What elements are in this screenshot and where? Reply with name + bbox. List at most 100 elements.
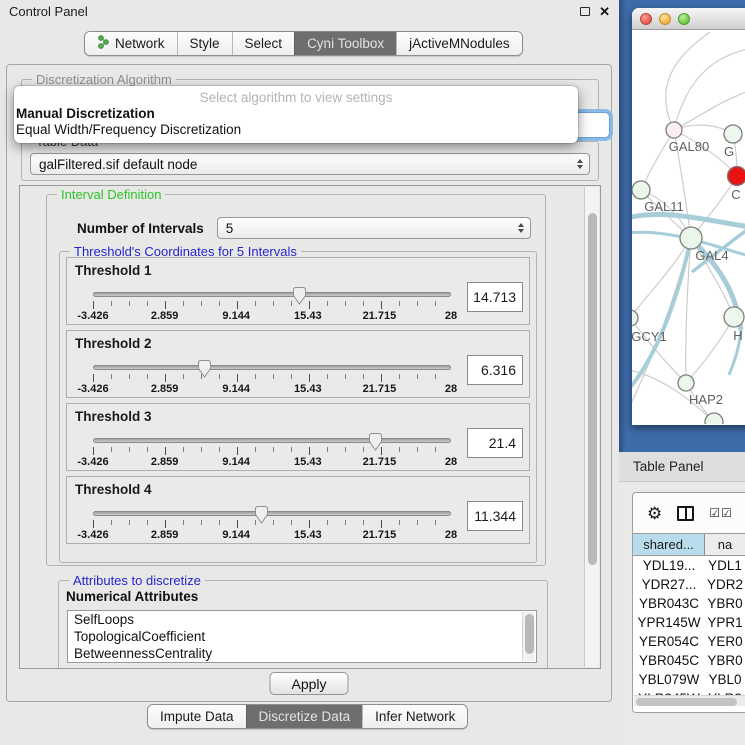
tab-label: Network xyxy=(115,36,165,51)
tab-select[interactable]: Select xyxy=(232,32,295,55)
table-row[interactable]: YER054C YER0 xyxy=(633,632,745,651)
slider-thumb-icon[interactable] xyxy=(292,286,307,306)
threshold-value-field[interactable]: 11.344 xyxy=(467,501,523,531)
table-row[interactable]: YBR043C YBR0 xyxy=(633,594,745,613)
table-cell[interactable]: YBR0 xyxy=(705,651,745,670)
table-row[interactable]: YBL079W YBL0 xyxy=(633,670,745,689)
network-edge[interactable] xyxy=(674,48,745,130)
slider-thumb-icon[interactable] xyxy=(197,359,212,379)
network-node-label: G xyxy=(724,144,734,159)
numerical-attributes-list[interactable]: SelfLoopsTopologicalCoefficientBetweenne… xyxy=(67,610,537,663)
algorithm-option[interactable]: Manual Discretization xyxy=(14,106,578,122)
table-cell[interactable]: YBL079W xyxy=(633,670,705,689)
threshold-value-field[interactable]: 14.713 xyxy=(467,282,523,312)
table-cell[interactable]: YIL052C xyxy=(633,708,705,713)
table-cell[interactable]: YER0 xyxy=(705,632,745,651)
threshold-label: Threshold 3 xyxy=(75,409,152,424)
network-edge[interactable] xyxy=(674,90,745,130)
close-traffic-light-icon[interactable] xyxy=(640,13,652,25)
network-node[interactable] xyxy=(666,122,682,138)
network-edge[interactable] xyxy=(632,238,691,392)
checkbox-icons[interactable]: ☑☑ xyxy=(709,506,733,520)
table-horizontal-scrollbar[interactable] xyxy=(634,695,745,706)
table-panel: ⚙ ☑☑ shared... na YDL19... YDL1 YDR27...… xyxy=(632,492,745,713)
network-edge[interactable] xyxy=(666,32,710,130)
threshold-slider[interactable]: -3.4262.8599.14415.4321.71528 xyxy=(93,438,451,468)
algorithm-options: Manual DiscretizationEqual Width/Frequen… xyxy=(14,106,578,138)
screen: Control Panel ✕ Network Style Select Cyn… xyxy=(0,0,745,745)
tab-network[interactable]: Network xyxy=(85,32,177,55)
network-edge[interactable] xyxy=(686,317,734,383)
attribute-list-item[interactable]: BetweennessCentrality xyxy=(68,645,536,662)
table-cell[interactable]: YBR0 xyxy=(705,594,745,613)
table-row[interactable]: YDR27... YDR2 xyxy=(633,575,745,594)
network-node[interactable] xyxy=(632,310,638,326)
scrollbar-thumb[interactable] xyxy=(636,698,737,706)
bottom-tab-discretize-data[interactable]: Discretize Data xyxy=(246,705,363,728)
network-node[interactable] xyxy=(724,125,742,143)
scale-label: 28 xyxy=(445,383,457,395)
table-row[interactable]: YBR045C YBR0 xyxy=(633,651,745,670)
attributes-scrollbar[interactable] xyxy=(522,612,535,661)
network-node-label: H xyxy=(733,328,742,343)
table-row[interactable]: YDL19... YDL1 xyxy=(633,556,745,575)
float-window-icon[interactable] xyxy=(580,7,590,16)
table-cell[interactable]: YPR1 xyxy=(705,613,745,632)
table-cell[interactable]: YDL19... xyxy=(633,556,705,575)
slider-track[interactable] xyxy=(93,365,451,370)
column-header-name[interactable]: na xyxy=(705,534,745,555)
threshold-slider[interactable]: -3.4262.8599.14415.4321.71528 xyxy=(93,365,451,395)
slider-track[interactable] xyxy=(93,438,451,443)
threshold-value-field[interactable]: 21.4 xyxy=(467,428,523,458)
close-icon[interactable]: ✕ xyxy=(599,5,610,18)
network-node[interactable] xyxy=(680,227,702,249)
network-node[interactable] xyxy=(728,167,745,186)
network-node[interactable] xyxy=(724,307,744,327)
attribute-list-item[interactable]: TopologicalCoefficient xyxy=(68,628,536,645)
columns-icon[interactable] xyxy=(677,506,694,521)
table-row[interactable]: YPR145W YPR1 xyxy=(633,613,745,632)
table-cell[interactable]: YIL0 xyxy=(705,708,745,713)
network-node[interactable] xyxy=(632,181,650,199)
bottom-tabs: Impute Data Discretize Data Infer Networ… xyxy=(147,704,468,729)
table-cell[interactable]: YPR145W xyxy=(633,613,705,632)
algorithm-option[interactable]: Equal Width/Frequency Discretization xyxy=(14,122,578,138)
minimize-traffic-light-icon[interactable] xyxy=(659,13,671,25)
table-row[interactable]: YIL052C YIL0 xyxy=(633,708,745,713)
table-cell[interactable]: YER054C xyxy=(633,632,705,651)
settings-scrollpane: Interval Definition Number of Intervals … xyxy=(19,185,601,669)
gear-icon[interactable]: ⚙ xyxy=(647,505,662,522)
table-cell[interactable]: YDR2 xyxy=(705,575,745,594)
slider-thumb-icon[interactable] xyxy=(368,432,383,452)
slider-track[interactable] xyxy=(93,292,451,297)
network-node[interactable] xyxy=(678,375,694,391)
table-cell[interactable]: YBL0 xyxy=(705,670,745,689)
threshold-value-field[interactable]: 6.316 xyxy=(467,355,523,385)
table-cell[interactable]: YBR045C xyxy=(633,651,705,670)
attribute-list-item[interactable]: SelfLoops xyxy=(68,611,536,628)
tab-jactivemnodules[interactable]: jActiveMNodules xyxy=(396,32,522,55)
network-canvas[interactable]: GAL80GCGAL11GAL4GCY1HHAP2 xyxy=(632,30,745,424)
bottom-tab-infer-network[interactable]: Infer Network xyxy=(362,705,467,728)
apply-button[interactable]: Apply xyxy=(269,672,348,695)
threshold-panel: Threshold 3 -3.4262.8599.14415.4321.7152… xyxy=(66,403,530,471)
threshold-slider[interactable]: -3.4262.8599.14415.4321.71528 xyxy=(93,511,451,541)
settings-scrollbar[interactable] xyxy=(584,187,599,667)
scrollbar-thumb[interactable] xyxy=(588,213,597,565)
slider-track[interactable] xyxy=(93,511,451,516)
threshold-slider[interactable]: -3.4262.8599.14415.4321.71528 xyxy=(93,292,451,322)
scale-label: -3.426 xyxy=(77,529,108,541)
table-data-combobox[interactable]: galFiltered.sif default node xyxy=(30,153,590,175)
slider-ticks xyxy=(93,520,451,528)
slider-thumb-icon[interactable] xyxy=(254,505,269,525)
column-header-shared-name[interactable]: shared... xyxy=(633,534,705,555)
tab-cyni-toolbox[interactable]: Cyni Toolbox xyxy=(294,32,396,55)
zoom-traffic-light-icon[interactable] xyxy=(678,13,690,25)
panel-title: Control Panel xyxy=(9,4,88,19)
bottom-tab-impute-data[interactable]: Impute Data xyxy=(148,705,246,728)
table-cell[interactable]: YDL1 xyxy=(705,556,745,575)
num-intervals-combobox[interactable]: 5 xyxy=(217,217,531,239)
table-cell[interactable]: YDR27... xyxy=(633,575,705,594)
table-cell[interactable]: YBR043C xyxy=(633,594,705,613)
tab-style[interactable]: Style xyxy=(177,32,232,55)
